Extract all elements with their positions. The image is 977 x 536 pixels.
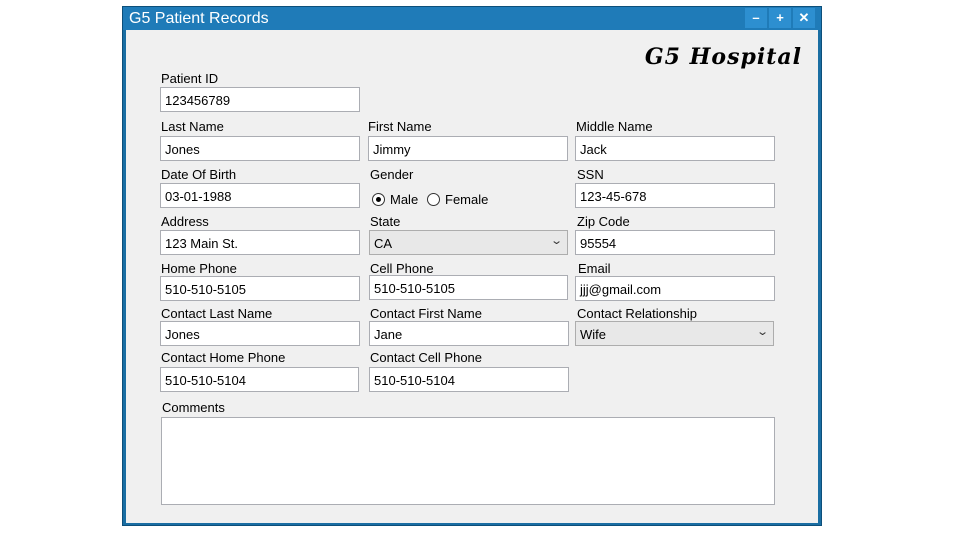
male-radio-label[interactable]: Male: [390, 192, 418, 207]
state-select[interactable]: CA ⌄: [369, 230, 568, 255]
contact-cell-phone-label: Contact Cell Phone: [370, 350, 483, 365]
contact-relationship-select[interactable]: Wife ⌄: [575, 321, 774, 346]
state-selected-value: CA: [374, 236, 393, 251]
patient-records-window: G5 Patient Records – + ✕ G5 Hospital Pat…: [122, 6, 822, 526]
male-radio[interactable]: [372, 193, 385, 206]
last-name-input[interactable]: Jones: [160, 136, 360, 161]
first-name-input[interactable]: Jimmy: [368, 136, 568, 161]
contact-relationship-selected-value: Wife: [580, 327, 606, 342]
dob-input[interactable]: 03-01-1988: [160, 183, 360, 208]
chevron-down-icon: ⌄: [549, 235, 563, 247]
ssn-label: SSN: [577, 167, 604, 182]
contact-first-name-input[interactable]: Jane: [369, 321, 569, 346]
first-name-label: First Name: [368, 119, 432, 134]
gender-label: Gender: [370, 167, 414, 182]
home-phone-label: Home Phone: [161, 261, 237, 276]
contact-first-name-label: Contact First Name: [370, 306, 482, 321]
email-label: Email: [578, 261, 611, 276]
cell-phone-label: Cell Phone: [370, 261, 434, 276]
contact-cell-phone-input[interactable]: 510-510-5104: [369, 367, 569, 392]
contact-last-name-label: Contact Last Name: [161, 306, 273, 321]
address-label: Address: [161, 214, 209, 229]
hospital-logo: G5 Hospital: [644, 44, 802, 70]
contact-home-phone-input[interactable]: 510-510-5104: [160, 367, 359, 392]
female-radio-label[interactable]: Female: [445, 192, 488, 207]
patient-id-input[interactable]: 123456789: [160, 87, 360, 112]
title-bar[interactable]: G5 Patient Records – + ✕: [123, 7, 821, 30]
dob-label: Date Of Birth: [161, 167, 237, 182]
address-input[interactable]: 123 Main St.: [160, 230, 360, 255]
female-radio[interactable]: [427, 193, 440, 206]
zip-label: Zip Code: [577, 214, 630, 229]
patient-id-label: Patient ID: [161, 71, 219, 86]
form-panel: G5 Hospital Patient ID 123456789 Last Na…: [126, 30, 818, 523]
middle-name-label: Middle Name: [576, 119, 653, 134]
contact-last-name-input[interactable]: Jones: [160, 321, 360, 346]
middle-name-input[interactable]: Jack: [575, 136, 775, 161]
cell-phone-input[interactable]: 510-510-5105: [369, 275, 568, 300]
maximize-button[interactable]: +: [769, 8, 791, 28]
minimize-button[interactable]: –: [745, 8, 767, 28]
chevron-down-icon: ⌄: [755, 326, 769, 338]
contact-relationship-label: Contact Relationship: [577, 306, 697, 321]
radio-selected-dot: [376, 197, 381, 202]
ssn-input[interactable]: 123-45-678: [575, 183, 775, 208]
comments-textarea[interactable]: [161, 417, 775, 505]
close-button[interactable]: ✕: [793, 8, 815, 28]
zip-input[interactable]: 95554: [575, 230, 775, 255]
home-phone-input[interactable]: 510-510-5105: [160, 276, 360, 301]
contact-home-phone-label: Contact Home Phone: [161, 350, 286, 365]
last-name-label: Last Name: [161, 119, 224, 134]
window-title: G5 Patient Records: [129, 10, 269, 27]
email-input[interactable]: jjj@gmail.com: [575, 276, 775, 301]
state-label: State: [370, 214, 401, 229]
comments-label: Comments: [162, 400, 225, 415]
